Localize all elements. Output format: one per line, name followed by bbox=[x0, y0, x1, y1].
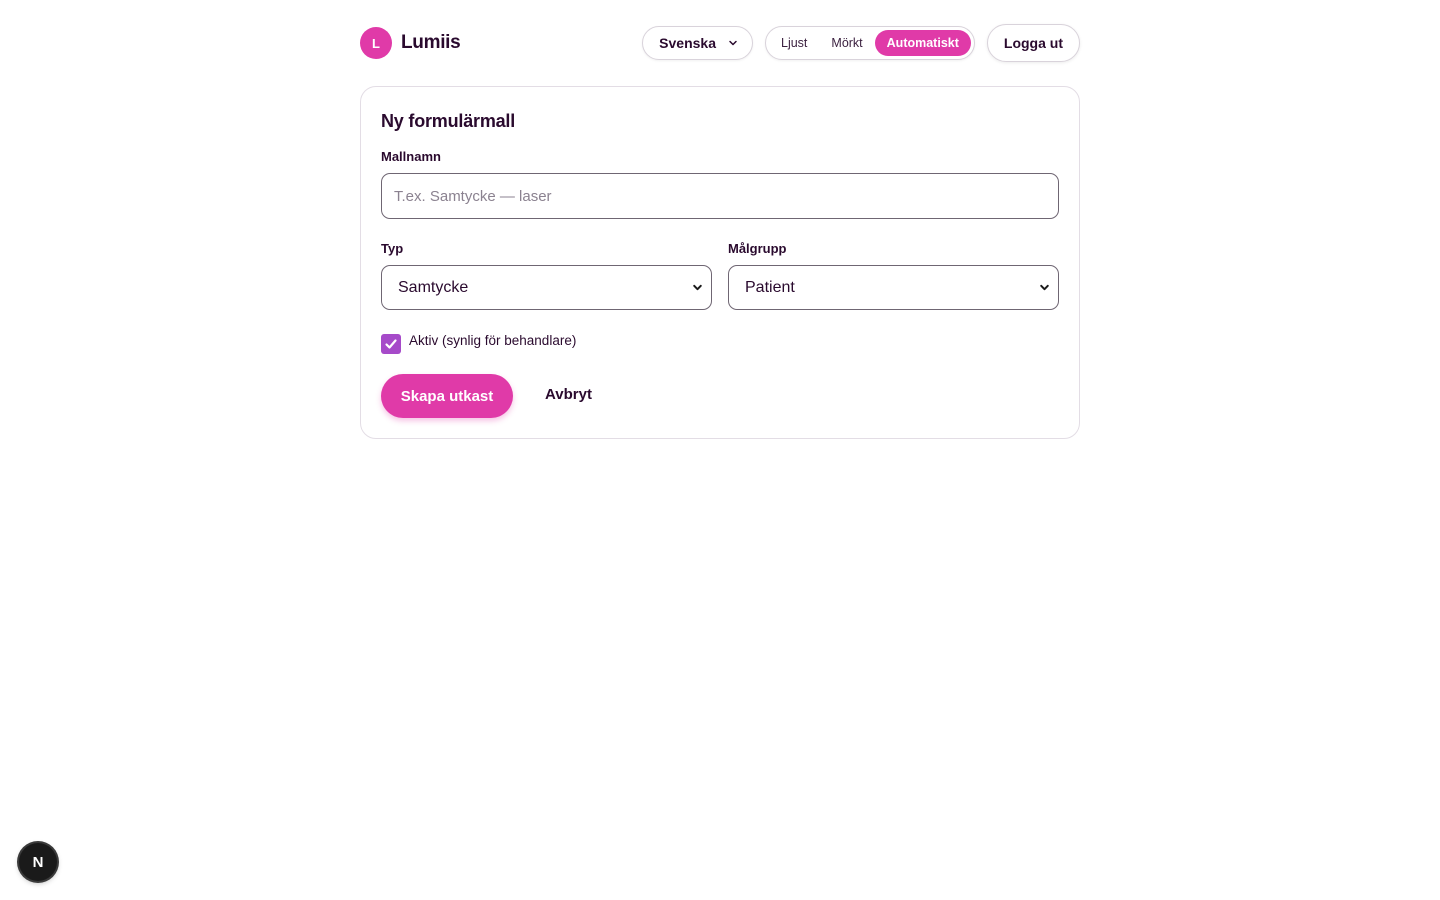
active-checkbox-row: Aktiv (synlig för behandlare) bbox=[381, 333, 576, 354]
language-label: Svenska bbox=[659, 35, 716, 51]
brand-name: Lumiis bbox=[401, 32, 461, 53]
theme-option-auto[interactable]: Automatiskt bbox=[874, 30, 971, 56]
template-name-input[interactable] bbox=[381, 173, 1059, 219]
type-select[interactable]: Samtycke bbox=[381, 265, 712, 310]
dev-tools-badge[interactable]: N bbox=[19, 843, 57, 881]
audience-label: Målgrupp bbox=[728, 241, 787, 256]
theme-option-light[interactable]: Ljust bbox=[769, 30, 819, 56]
checkmark-icon bbox=[385, 339, 397, 349]
logout-button[interactable]: Logga ut bbox=[986, 24, 1080, 62]
language-select[interactable]: Svenska bbox=[642, 26, 753, 60]
active-checkbox-label: Aktiv (synlig för behandlare) bbox=[409, 333, 577, 348]
active-checkbox[interactable] bbox=[381, 334, 401, 354]
logo-icon: L bbox=[360, 27, 392, 59]
audience-select[interactable]: Patient bbox=[728, 265, 1059, 310]
theme-toggle: Ljust Mörkt Automatiskt bbox=[765, 26, 975, 60]
cancel-button[interactable]: Avbryt bbox=[545, 386, 592, 403]
new-template-form: Ny formulärmall Mallnamn Typ Samtycke Må… bbox=[360, 86, 1080, 439]
brand[interactable]: L Lumiis bbox=[360, 27, 461, 59]
name-label: Mallnamn bbox=[381, 149, 441, 164]
theme-option-dark[interactable]: Mörkt bbox=[819, 30, 874, 56]
page: L Lumiis Svenska Ljust Mörkt Automatiskt… bbox=[0, 0, 1440, 900]
form-title: Ny formulärmall bbox=[381, 111, 516, 131]
chevron-down-icon bbox=[1040, 284, 1049, 291]
type-label: Typ bbox=[381, 241, 404, 256]
header-actions: Svenska Ljust Mörkt Automatiskt Logga ut bbox=[642, 24, 1080, 62]
chevron-down-icon bbox=[729, 40, 737, 46]
audience-select-value: Patient bbox=[745, 278, 795, 296]
chevron-down-icon bbox=[693, 284, 702, 291]
create-draft-button[interactable]: Skapa utkast bbox=[381, 374, 513, 418]
type-select-value: Samtycke bbox=[398, 278, 469, 296]
header: L Lumiis Svenska Ljust Mörkt Automatiskt… bbox=[360, 24, 1080, 62]
